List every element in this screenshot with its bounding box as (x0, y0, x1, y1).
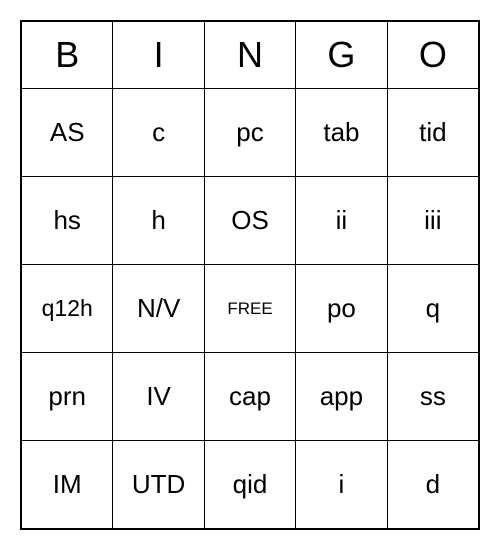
bingo-cell[interactable]: q12h (22, 265, 113, 352)
bingo-body: AS c pc tab tid hs h OS ii iii q12h N/V … (22, 88, 478, 528)
bingo-cell[interactable]: d (388, 441, 478, 528)
bingo-row: prn IV cap app ss (22, 352, 478, 440)
bingo-row: AS c pc tab tid (22, 88, 478, 176)
bingo-cell[interactable]: qid (205, 441, 296, 528)
bingo-header-i: I (113, 22, 204, 88)
bingo-cell[interactable]: AS (22, 89, 113, 176)
bingo-cell[interactable]: OS (205, 177, 296, 264)
bingo-cell[interactable]: q (388, 265, 478, 352)
bingo-cell[interactable]: ii (296, 177, 387, 264)
bingo-header-n: N (205, 22, 296, 88)
bingo-header-b: B (22, 22, 113, 88)
bingo-cell[interactable]: ss (388, 353, 478, 440)
bingo-cell[interactable]: c (113, 89, 204, 176)
bingo-cell[interactable]: po (296, 265, 387, 352)
bingo-cell[interactable]: app (296, 353, 387, 440)
bingo-header-o: O (388, 22, 478, 88)
bingo-cell[interactable]: pc (205, 89, 296, 176)
bingo-cell[interactable]: cap (205, 353, 296, 440)
bingo-row: q12h N/V FREE po q (22, 264, 478, 352)
bingo-cell[interactable]: IV (113, 353, 204, 440)
bingo-free-cell[interactable]: FREE (205, 265, 296, 352)
bingo-cell[interactable]: UTD (113, 441, 204, 528)
bingo-cell[interactable]: hs (22, 177, 113, 264)
bingo-cell[interactable]: IM (22, 441, 113, 528)
bingo-cell[interactable]: i (296, 441, 387, 528)
bingo-cell[interactable]: tid (388, 89, 478, 176)
bingo-header-g: G (296, 22, 387, 88)
bingo-cell[interactable]: prn (22, 353, 113, 440)
bingo-cell[interactable]: N/V (113, 265, 204, 352)
bingo-row: IM UTD qid i d (22, 440, 478, 528)
bingo-header-row: B I N G O (22, 22, 478, 88)
bingo-cell[interactable]: h (113, 177, 204, 264)
bingo-cell[interactable]: tab (296, 89, 387, 176)
bingo-card: B I N G O AS c pc tab tid hs h OS ii iii… (20, 20, 480, 530)
bingo-cell[interactable]: iii (388, 177, 478, 264)
bingo-row: hs h OS ii iii (22, 176, 478, 264)
